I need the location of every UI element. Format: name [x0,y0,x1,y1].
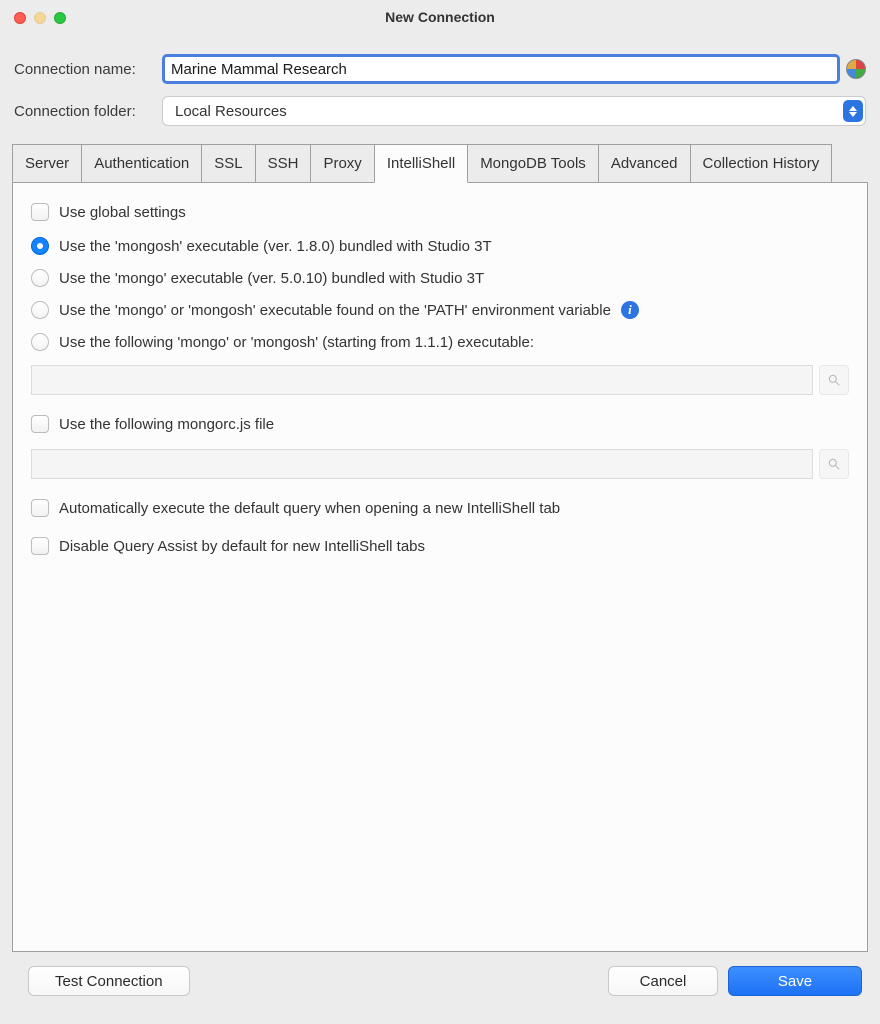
intellishell-panel: Use global settings Use the 'mongosh' ex… [12,182,868,952]
auto-exec-label: Automatically execute the default query … [59,500,560,517]
radio-mongosh-bundled[interactable] [31,237,49,255]
connection-folder-label: Connection folder: [14,103,162,120]
select-arrows-icon [843,100,863,122]
custom-exec-input [31,365,813,395]
use-global-row: Use global settings [31,203,849,221]
connection-name-label: Connection name: [14,61,162,78]
connection-name-row: Connection name: [14,54,866,84]
minimize-window-button [34,12,46,24]
use-mongorc-checkbox[interactable] [31,415,49,433]
radio-row-path: Use the 'mongo' or 'mongosh' executable … [31,301,849,319]
auto-exec-checkbox[interactable] [31,499,49,517]
radio-mongo-bundled[interactable] [31,269,49,287]
custom-exec-row [31,365,849,395]
maximize-window-button[interactable] [54,12,66,24]
tab-server[interactable]: Server [12,144,82,183]
auto-exec-row: Automatically execute the default query … [31,499,849,517]
tab-advanced[interactable]: Advanced [598,144,691,183]
use-global-checkbox[interactable] [31,203,49,221]
connection-name-input[interactable] [162,54,840,84]
tab-collection-history[interactable]: Collection History [690,144,833,183]
tab-ssh[interactable]: SSH [255,144,312,183]
radio-custom[interactable] [31,333,49,351]
search-icon [827,457,841,471]
save-button[interactable]: Save [728,966,862,996]
browse-exec-button[interactable] [819,365,849,395]
traffic-lights [14,12,66,24]
window-title: New Connection [12,9,868,25]
color-picker-icon[interactable] [846,59,866,79]
tab-proxy[interactable]: Proxy [310,144,374,183]
connection-folder-value: Local Resources [175,103,287,120]
radio-row-mongo-bundled: Use the 'mongo' executable (ver. 5.0.10)… [31,269,849,287]
radio-mongo-bundled-label: Use the 'mongo' executable (ver. 5.0.10)… [59,270,484,287]
tab-ssl[interactable]: SSL [201,144,255,183]
connection-folder-select[interactable]: Local Resources [162,96,866,126]
info-icon[interactable]: i [621,301,639,319]
new-connection-window: New Connection Connection name: Connecti… [0,0,880,1024]
footer: Test Connection Cancel Save [0,952,880,1010]
form-area: Connection name: Connection folder: Loca… [0,34,880,134]
search-icon [827,373,841,387]
disable-assist-row: Disable Query Assist by default for new … [31,537,849,555]
use-mongorc-row: Use the following mongorc.js file [31,415,849,433]
radio-path-label: Use the 'mongo' or 'mongosh' executable … [59,302,611,319]
use-mongorc-label: Use the following mongorc.js file [59,416,274,433]
tabs: Server Authentication SSL SSH Proxy Inte… [12,144,868,183]
mongorc-row [31,449,849,479]
radio-row-mongosh-bundled: Use the 'mongosh' executable (ver. 1.8.0… [31,237,849,255]
close-window-button[interactable] [14,12,26,24]
disable-assist-checkbox[interactable] [31,537,49,555]
cancel-button[interactable]: Cancel [608,966,718,996]
browse-mongorc-button[interactable] [819,449,849,479]
tab-intellishell[interactable]: IntelliShell [374,144,468,183]
tab-mongodb-tools[interactable]: MongoDB Tools [467,144,599,183]
radio-row-custom: Use the following 'mongo' or 'mongosh' (… [31,333,849,351]
radio-mongosh-bundled-label: Use the 'mongosh' executable (ver. 1.8.0… [59,238,492,255]
use-global-label: Use global settings [59,204,186,221]
test-connection-button[interactable]: Test Connection [28,966,190,996]
connection-folder-row: Connection folder: Local Resources [14,96,866,126]
tab-authentication[interactable]: Authentication [81,144,202,183]
disable-assist-label: Disable Query Assist by default for new … [59,538,425,555]
titlebar: New Connection [0,0,880,34]
radio-path[interactable] [31,301,49,319]
shell-executable-radio-group: Use the 'mongosh' executable (ver. 1.8.0… [31,237,849,351]
radio-custom-label: Use the following 'mongo' or 'mongosh' (… [59,334,534,351]
mongorc-input [31,449,813,479]
